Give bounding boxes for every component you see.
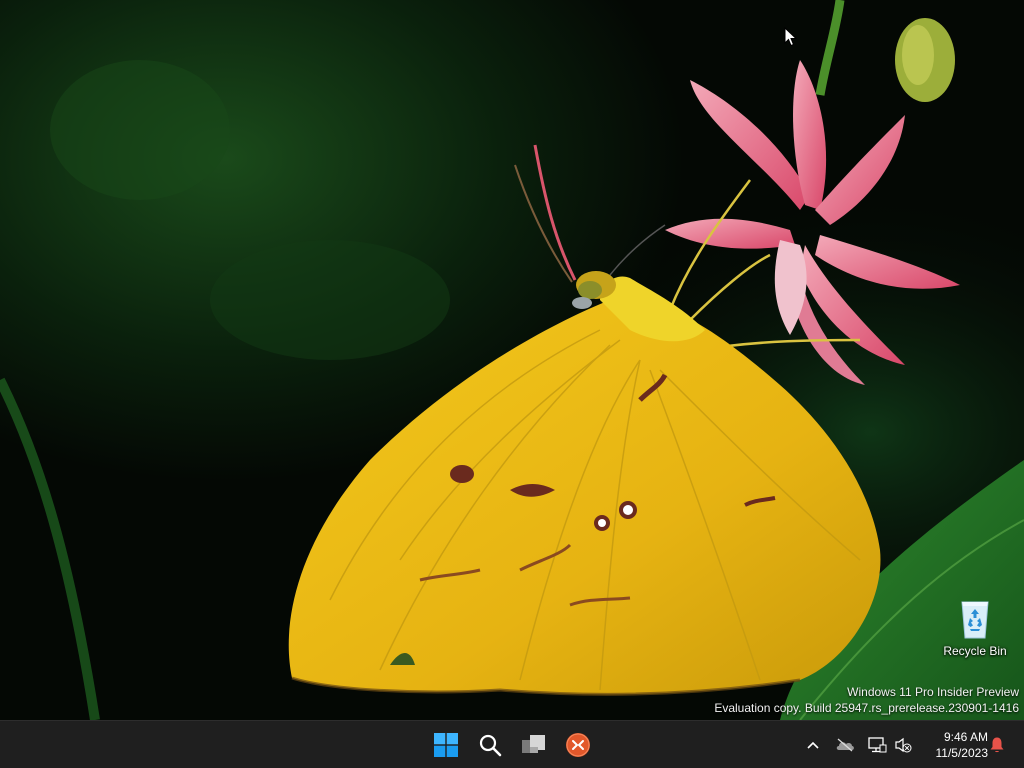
- recycle-bin-icon: [961, 601, 989, 639]
- remote-desktop-icon: [566, 733, 590, 757]
- network-icon: [868, 737, 887, 753]
- notifications-button[interactable]: [986, 729, 1008, 761]
- clock-time: 9:46 AM: [943, 730, 988, 744]
- watermark-build: Evaluation copy. Build 25947.rs_prerelea…: [714, 701, 1019, 715]
- volume-tray-button[interactable]: [892, 729, 914, 761]
- mouse-cursor-icon: [784, 27, 798, 47]
- clock-button[interactable]: 9:46 AM 11/5/2023: [918, 728, 994, 762]
- onedrive-icon: [836, 738, 854, 752]
- desktop-wallpaper: [0, 0, 1024, 720]
- show-hidden-icons-button[interactable]: [802, 729, 824, 761]
- network-tray-button[interactable]: [864, 729, 890, 761]
- taskbar[interactable]: 9:46 AM 11/5/2023: [0, 720, 1024, 768]
- desktop[interactable]: Recycle Bin Windows 11 Pro Insider Previ…: [0, 0, 1024, 720]
- windows-logo-icon: [434, 733, 458, 757]
- remote-desktop-app-button[interactable]: [558, 725, 598, 765]
- onedrive-tray-button[interactable]: [832, 729, 858, 761]
- clock-date: 11/5/2023: [935, 746, 989, 760]
- build-watermark: Windows 11 Pro Insider Preview Evaluatio…: [714, 684, 1019, 716]
- task-view-icon: [522, 735, 545, 753]
- start-button[interactable]: [426, 725, 466, 765]
- recycle-bin-shortcut[interactable]: Recycle Bin: [938, 596, 1012, 666]
- search-icon: [479, 734, 502, 757]
- recycle-bin-label: Recycle Bin: [943, 644, 1007, 658]
- search-button[interactable]: [470, 725, 510, 765]
- chevron-up-icon: [807, 741, 819, 749]
- volume-muted-icon: [895, 737, 912, 753]
- bell-icon: [990, 737, 1004, 753]
- task-view-button[interactable]: [514, 725, 554, 765]
- watermark-edition: Windows 11 Pro Insider Preview: [847, 685, 1019, 699]
